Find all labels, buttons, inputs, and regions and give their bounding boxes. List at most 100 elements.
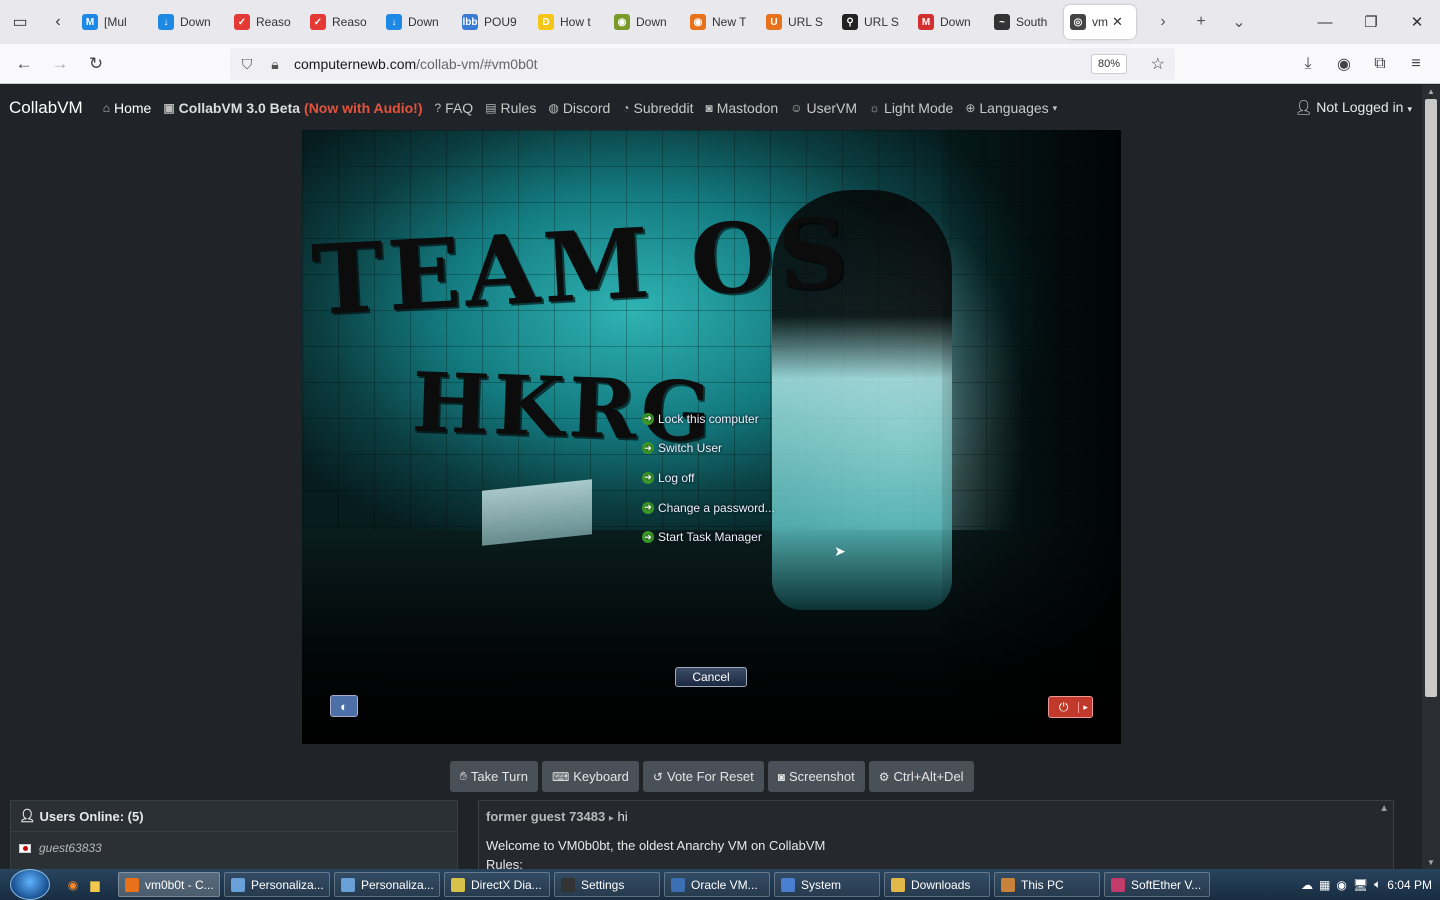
- vote-reset-button[interactable]: ↺ Vote For Reset: [642, 761, 764, 792]
- take-turn-button[interactable]: ✋︎ Take Turn: [450, 761, 538, 792]
- record-icon[interactable]: ◉: [1336, 878, 1346, 892]
- nav-subreddit[interactable]: ◔ Subreddit: [622, 100, 693, 116]
- taskbar-task[interactable]: System: [774, 872, 880, 897]
- tab-active[interactable]: ◎ vm ✕: [1064, 5, 1136, 39]
- taskbar-task[interactable]: DirectX Dia...: [444, 872, 550, 897]
- browser-tab[interactable]: ↓ Down: [152, 5, 228, 39]
- taskbar-task[interactable]: This PC: [994, 872, 1100, 897]
- chat-scroll-up-icon[interactable]: ▲: [1379, 803, 1389, 814]
- new-tab-icon[interactable]: +: [1182, 13, 1220, 31]
- nav-light-mode[interactable]: ☼ Light Mode: [869, 100, 953, 116]
- security-option-task-manager[interactable]: ➜ Start Task Manager: [642, 522, 775, 552]
- url-text[interactable]: computernewb.com/collab-vm/#vm0b0t: [294, 56, 538, 72]
- nav-mastodon[interactable]: ◙ Mastodon: [705, 100, 778, 116]
- tab-favicon: M: [82, 14, 98, 30]
- security-option-log-off[interactable]: ➜ Log off: [642, 463, 775, 493]
- close-window-icon[interactable]: ✕: [1394, 0, 1440, 44]
- taskbar-task[interactable]: Personaliza...: [224, 872, 330, 897]
- task-label: vm0b0t - C...: [145, 877, 214, 892]
- tab-favicon: ↓: [158, 14, 174, 30]
- browser-tab[interactable]: M Down: [912, 5, 988, 39]
- taskbar-task[interactable]: Oracle VM...: [664, 872, 770, 897]
- forward-icon[interactable]: →: [42, 44, 78, 84]
- taskbar-task[interactable]: Settings: [554, 872, 660, 897]
- user-list-item[interactable]: guest63833: [11, 832, 457, 864]
- browser-tab[interactable]: U URL S: [760, 5, 836, 39]
- lock-icon[interactable]: 🔒︎: [264, 56, 286, 73]
- vm-display[interactable]: TEAM OS HKRG ➜ Lock this computer ➜ Switch…: [302, 130, 1121, 744]
- firefox-icon[interactable]: ◉: [64, 876, 82, 894]
- browser-tab[interactable]: lbb POU9: [456, 5, 532, 39]
- tab-scroll-right-icon[interactable]: ›: [1144, 13, 1182, 31]
- minimize-icon[interactable]: —: [1302, 0, 1348, 44]
- cancel-button[interactable]: Cancel: [675, 667, 747, 687]
- mastodon-icon: ◙: [705, 101, 713, 115]
- chat-username[interactable]: former guest 73483: [486, 809, 605, 824]
- tab-label: How t: [560, 15, 591, 29]
- nav-uservm[interactable]: ☺ UserVM: [790, 100, 857, 116]
- back-icon[interactable]: ←: [6, 44, 42, 84]
- start-button[interactable]: [10, 869, 50, 900]
- ctrl-alt-del-button[interactable]: ⚙ Ctrl+Alt+Del: [868, 761, 974, 792]
- nav-collabvm[interactable]: ▣ CollabVM 3.0 Beta (Now with Audio!): [163, 100, 422, 116]
- browser-tab[interactable]: ⚲ URL S: [836, 5, 912, 39]
- page-scrollbar[interactable]: ▲ ▼: [1422, 85, 1440, 869]
- browser-tab[interactable]: ~ South: [988, 5, 1064, 39]
- nav-faq[interactable]: ? FAQ: [434, 100, 473, 116]
- bookmark-star-icon[interactable]: ☆: [1151, 54, 1165, 74]
- taskbar-task[interactable]: SoftEther V...: [1104, 872, 1210, 897]
- shield-icon[interactable]: ⛉: [236, 56, 258, 73]
- clock[interactable]: 6:04 PM: [1387, 878, 1432, 892]
- shutdown-button[interactable]: ⏻ ▸: [1048, 696, 1093, 718]
- nav-rules[interactable]: ▤ Rules: [485, 100, 536, 116]
- browser-tab[interactable]: D How t: [532, 5, 608, 39]
- scroll-up-icon[interactable]: ▲: [1422, 87, 1440, 96]
- browser-tab[interactable]: ✓ Reaso: [228, 5, 304, 39]
- browser-tab[interactable]: ◉ Down: [608, 5, 684, 39]
- nav-home[interactable]: ⌂ Home: [103, 100, 152, 116]
- take-turn-label: Take Turn: [470, 769, 528, 784]
- account-icon[interactable]: ◉: [1326, 44, 1362, 84]
- downloads-icon[interactable]: ⤓: [1290, 44, 1326, 84]
- tab-scroll-left-icon[interactable]: ‹: [40, 0, 76, 44]
- scroll-down-icon[interactable]: ▼: [1422, 858, 1440, 867]
- tab-favicon: ✓: [310, 14, 326, 30]
- browser-tab[interactable]: ✓ Reaso: [304, 5, 380, 39]
- reload-icon[interactable]: ↻: [78, 44, 114, 84]
- close-tab-icon[interactable]: ✕: [1112, 14, 1123, 30]
- task-app-icon: [781, 877, 795, 892]
- site-brand[interactable]: CollabVM: [9, 98, 83, 118]
- volume-icon[interactable]: 🔈︎: [1374, 877, 1381, 892]
- ease-of-access-icon[interactable]: ◐: [330, 695, 358, 717]
- nav-languages[interactable]: ⊕ Languages ▾: [965, 100, 1057, 116]
- browser-tab[interactable]: M [Mul: [76, 5, 152, 39]
- browser-tab[interactable]: ◉ New T: [684, 5, 760, 39]
- screenshot-button[interactable]: ◙ Screenshot: [767, 761, 865, 792]
- maximize-icon[interactable]: ❐: [1348, 0, 1394, 44]
- keyboard-button[interactable]: ⌨ Keyboard: [541, 761, 639, 792]
- security-option-change-password[interactable]: ➜ Change a password...: [642, 493, 775, 523]
- wallpaper-box: [482, 479, 592, 546]
- extensions-icon[interactable]: ⧉: [1362, 44, 1398, 84]
- shutdown-options-icon[interactable]: ▸: [1078, 701, 1092, 713]
- list-all-tabs-icon[interactable]: ⌄: [1220, 12, 1258, 32]
- cloud-icon[interactable]: ☁: [1301, 878, 1313, 892]
- menu-icon[interactable]: ≡: [1398, 44, 1434, 84]
- security-option-lock[interactable]: ➜ Lock this computer: [642, 404, 775, 434]
- network-icon[interactable]: 🖥︎: [1353, 878, 1368, 892]
- security-option-switch-user[interactable]: ➜ Switch User: [642, 434, 775, 464]
- chat-text: hi: [617, 809, 628, 824]
- tab-overview-icon[interactable]: ▭: [0, 0, 40, 44]
- nav-discord[interactable]: ◍ Discord: [548, 100, 610, 116]
- tab-strip: M [Mul ↓ Down ✓ Reaso ✓ Reaso ↓ Down lbb POU9 D How t…: [76, 5, 1064, 39]
- browser-tab[interactable]: ↓ Down: [380, 5, 456, 39]
- taskbar-task[interactable]: vm0b0t - C...: [118, 872, 220, 897]
- app-tray-icon[interactable]: ▦: [1319, 878, 1330, 892]
- zoom-indicator[interactable]: 80%: [1090, 54, 1127, 74]
- address-bar[interactable]: ⛉ 🔒︎ computernewb.com/collab-vm/#vm0b0t …: [230, 48, 1175, 80]
- taskbar-task[interactable]: Personaliza...: [334, 872, 440, 897]
- taskbar-task[interactable]: Downloads: [884, 872, 990, 897]
- folder-icon[interactable]: ▆: [86, 876, 104, 894]
- scrollbar-thumb[interactable]: [1425, 99, 1437, 697]
- login-dropdown[interactable]: 👤︎ Not Logged in ▾: [1295, 99, 1412, 116]
